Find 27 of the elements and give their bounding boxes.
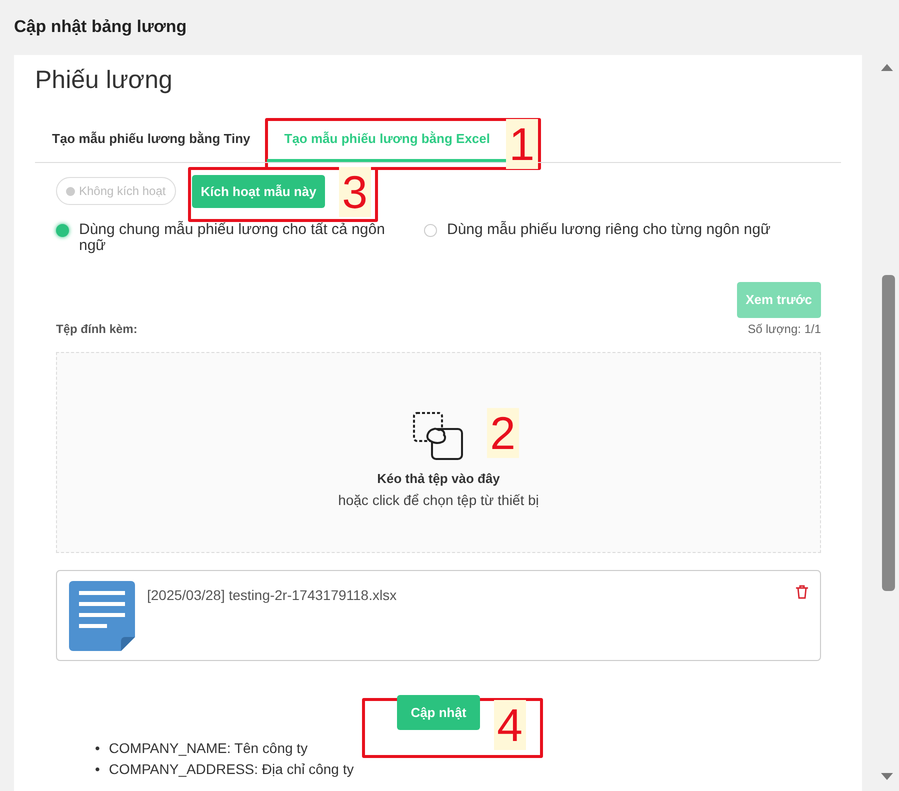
callout-number: 1 xyxy=(506,119,538,169)
callout-number: 3 xyxy=(339,167,371,217)
status-dot-icon xyxy=(66,186,75,196)
drag-drop-icon xyxy=(412,410,466,463)
drop-hint: hoặc click để chọn tệp từ thiết bị xyxy=(338,491,539,510)
radio-label: Dùng mẫu phiếu lương riêng cho từng ngôn ngữ xyxy=(447,222,771,240)
status-label: Không kích hoạt xyxy=(79,183,166,200)
page-heading: Phiếu lương xyxy=(35,65,174,95)
bullet-mark: • xyxy=(95,739,100,758)
delete-icon[interactable] xyxy=(796,584,808,598)
radio-button[interactable] xyxy=(56,224,69,237)
bullet-mark: • xyxy=(95,760,100,779)
variable-item: COMPANY_NAME: Tên công ty xyxy=(108,739,308,758)
window-title: Cập nhật bảng lương xyxy=(13,16,188,38)
file-name: [2025/03/28] testing-2r-1743179118.xlsx xyxy=(147,586,398,605)
document-icon xyxy=(69,580,135,650)
callout-number: 4 xyxy=(494,700,526,750)
radio-label: Dùng chung mẫu phiếu lương cho tất cả ngôn ngữ xyxy=(79,222,386,254)
attachment-label: Tệp đính kèm: xyxy=(56,320,138,338)
tab[interactable]: Tạo mẫu phiếu lương bằng Tiny xyxy=(35,121,268,162)
update-button[interactable]: Cập nhật xyxy=(396,694,480,730)
callout-number: 2 xyxy=(487,408,519,458)
drop-title: Kéo thả tệp vào đây xyxy=(377,470,500,488)
variable-item: COMPANY_ADDRESS: Địa chỉ công ty xyxy=(108,760,354,779)
activate-button[interactable]: Kích hoạt mẫu này xyxy=(192,174,326,208)
file-count: Số lượng: 1/1 xyxy=(748,320,821,338)
radio-button[interactable] xyxy=(424,224,437,237)
